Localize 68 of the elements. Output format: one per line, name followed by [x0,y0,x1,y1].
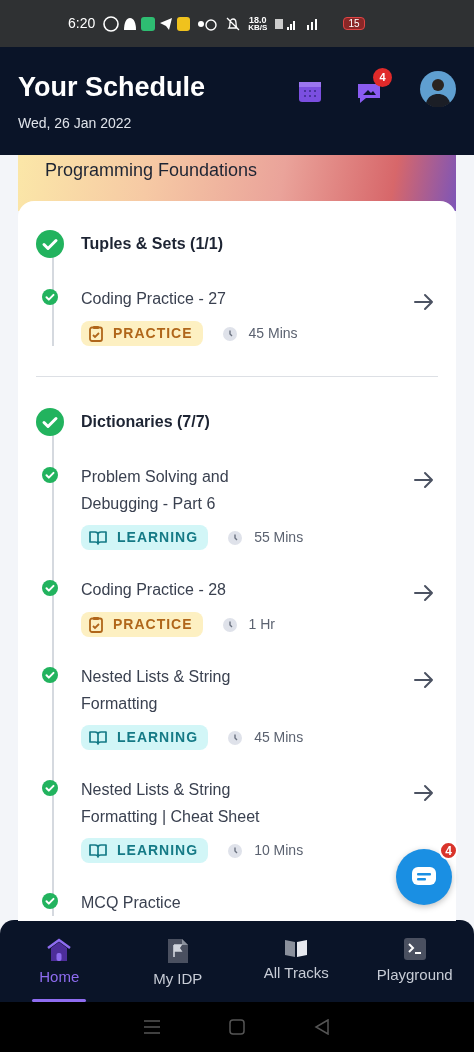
send-icon [159,17,174,30]
message-icon [411,866,437,888]
clock-time: 6:20 [68,14,96,33]
type-tag: LEARNING [81,838,209,863]
arrow-right-icon[interactable] [414,670,434,689]
book-icon [89,843,107,858]
arrow-right-icon[interactable] [414,783,434,802]
terminal-icon [403,938,426,960]
mute-icon [226,16,241,31]
check-circle-icon [41,893,58,909]
section-title[interactable]: Tuples & Sets (1/1) [81,232,223,256]
lesson-title[interactable]: MCQ Practice [81,889,181,916]
duration-label: 1 Hr [248,615,275,634]
clock-icon [228,730,243,745]
type-tag: LEARNING [81,725,209,750]
clock-icon [222,617,237,632]
check-circle-icon [41,780,58,796]
book-icon [284,938,309,958]
clipboard-icon [89,325,103,342]
back-icon[interactable] [313,1019,330,1035]
lesson-title[interactable]: Coding Practice - 28 [81,576,226,603]
alarm-icon [204,16,219,31]
clock-icon [228,530,243,545]
home-button-icon[interactable] [229,1019,245,1035]
page-title: Your Schedule [18,71,206,104]
course-title: Programming Foundations [45,160,258,180]
notification-badge: 4 [373,68,392,87]
arrow-right-icon[interactable] [414,292,434,311]
flag-document-icon [166,938,189,964]
book-icon [89,730,107,745]
date-label: Wed, 26 Jan 2022 [18,114,133,134]
home-icon [46,938,73,962]
lesson-title[interactable]: Nested Lists & String Formatting | Cheat Sheet [81,776,281,830]
net-speed: 18.0 [249,15,267,24]
lesson-title[interactable]: Nested Lists & String Formatting [81,663,281,717]
duration-label: 10 Mins [254,841,304,860]
calendar-icon[interactable] [298,79,322,103]
type-tag: PRACTICE [81,321,203,346]
check-circle-icon [41,580,58,596]
check-circle-icon [35,408,64,436]
lesson-title[interactable]: Problem Solving and Debugging - Part 6 [81,463,281,517]
nav-tab[interactable]: All Tracks [237,920,356,1002]
clipboard-icon [89,616,103,633]
nav-tab[interactable]: Home [0,920,119,1002]
book-icon [89,530,107,545]
arrow-right-icon[interactable] [414,470,434,489]
clock-icon [222,326,237,341]
nav-tab[interactable]: My IDP [118,920,237,1002]
app-icon [177,16,191,31]
lesson-title[interactable]: Coding Practice - 27 [81,285,226,312]
duration-label: 45 Mins [248,324,298,343]
section-title[interactable]: Dictionaries (7/7) [81,410,210,434]
type-tag: LEARNING [81,525,209,550]
duration-label: 55 Mins [254,528,304,547]
check-circle-icon [41,467,58,483]
arrow-right-icon[interactable] [414,583,434,602]
duration-label: 45 Mins [254,728,304,747]
battery-level: 15 [343,17,365,30]
nav-tab[interactable]: Playground [355,920,474,1002]
check-circle-icon [35,230,64,258]
app-icon [141,16,156,31]
clock-icon [228,843,243,858]
avatar[interactable] [420,71,456,107]
net-unit: KB/S [248,23,268,32]
dot-icon [198,20,205,27]
check-circle-icon [41,289,58,305]
type-tag: PRACTICE [81,612,203,637]
check-circle-icon [41,667,58,683]
